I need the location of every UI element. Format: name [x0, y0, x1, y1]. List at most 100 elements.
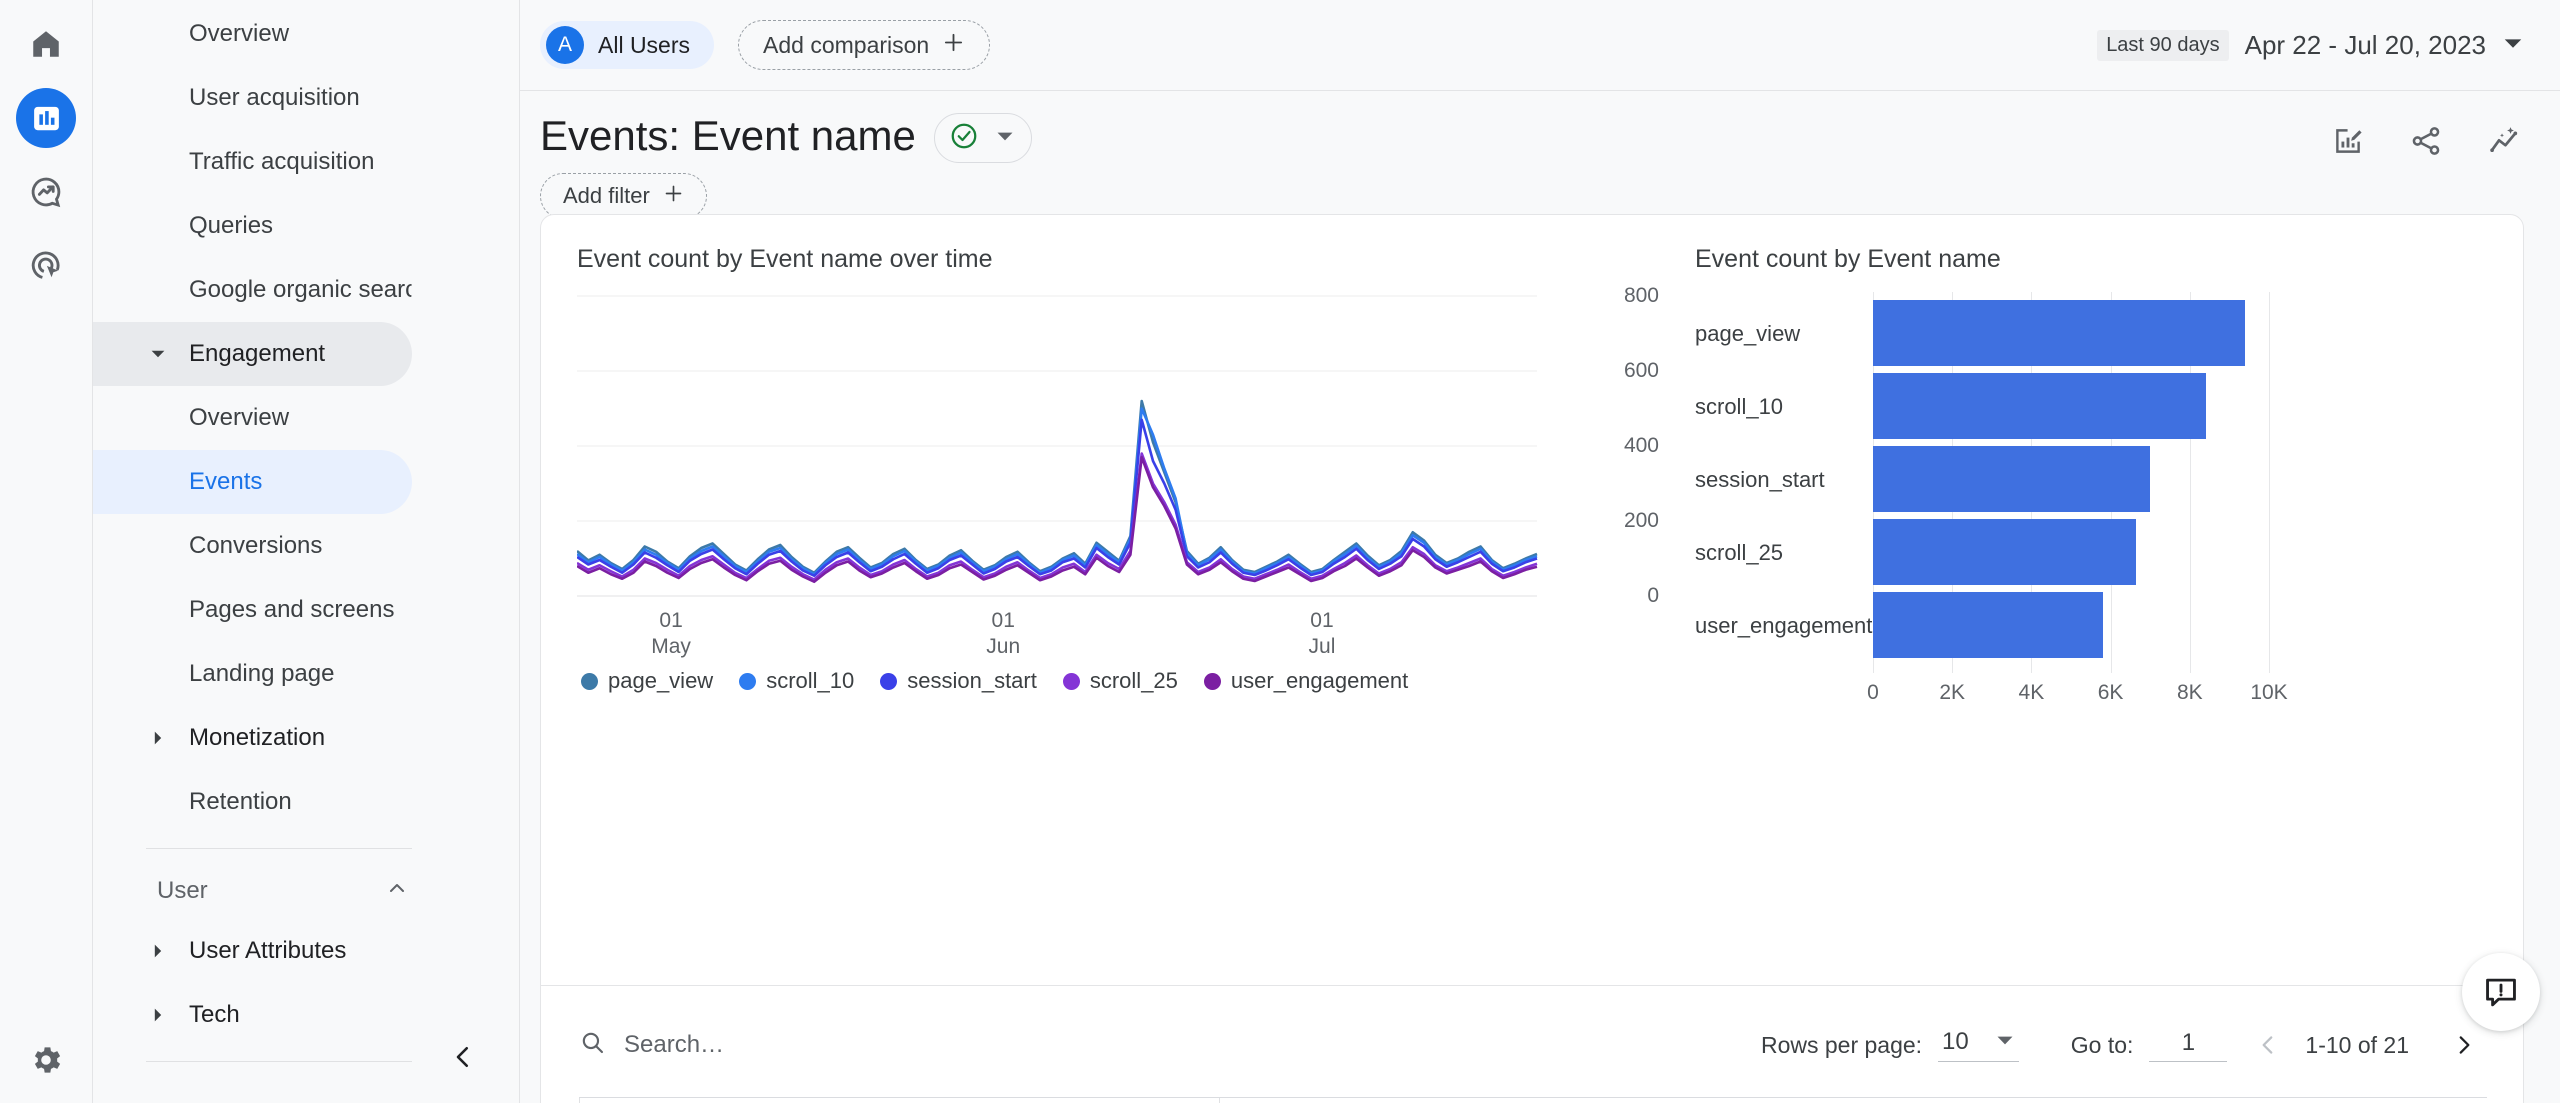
title-row: Events: Event name [520, 91, 2560, 163]
sidebar-item-events[interactable]: Events [93, 450, 412, 514]
bar-chart-row[interactable]: scroll_10 [1695, 373, 2523, 439]
chevron-right-icon-glyph [154, 1008, 162, 1022]
sidebar-item-conversions[interactable]: Conversions [93, 514, 412, 578]
search-input[interactable]: Search… [579, 1029, 724, 1061]
sidebar-section-user[interactable]: User [93, 863, 519, 919]
sidebar-item-traffic-acquisition[interactable]: Traffic acquisition [93, 130, 412, 194]
legend-item-scroll_10[interactable]: scroll_10 [739, 668, 854, 694]
sidebar-item-user-acquisition[interactable]: User acquisition [93, 66, 412, 130]
sidebar-section-label: User [157, 877, 208, 904]
add-filter-button[interactable]: Add filter [540, 173, 707, 219]
legend-color-dot [880, 672, 898, 690]
report-status-dropdown[interactable] [933, 113, 1032, 163]
collapse-nav-button[interactable] [435, 1029, 491, 1085]
chevron-down-icon [146, 346, 170, 362]
legend-item-user_engagement[interactable]: user_engagement [1203, 668, 1409, 694]
line-chart-ytick: 0 [1647, 584, 1659, 607]
rows-per-page-label: Rows per page: [1760, 1031, 1923, 1058]
add-comparison-button[interactable]: Add comparison [738, 20, 991, 70]
chevron-down-icon-glyph [151, 350, 165, 358]
goto-label: Go to: [2070, 1031, 2134, 1058]
plus-icon-glyph [945, 33, 963, 51]
line-series-scroll_10 [577, 407, 1538, 576]
chevron-up-icon [385, 876, 409, 907]
admin-gear-icon[interactable] [19, 1033, 73, 1087]
legend-label: user_engagement [1230, 668, 1409, 693]
legend-color-dot [739, 672, 757, 690]
line-chart-xtick: 01 May [651, 608, 691, 660]
legend-color-dot [581, 672, 598, 690]
legend-label: session_start [907, 668, 1037, 693]
bar-chart-row[interactable]: page_view [1695, 300, 2523, 366]
next-page-button[interactable] [2441, 1022, 2487, 1068]
previous-page-button[interactable] [2245, 1022, 2291, 1068]
sidebar-item-retention[interactable]: Retention [93, 770, 412, 834]
sidebar-item-landing-page[interactable]: Landing page [93, 642, 412, 706]
edit-report-icon[interactable] [2328, 121, 2368, 161]
sidebar-divider-bottom [146, 1061, 412, 1062]
insights-icon-glyph [2490, 127, 2518, 153]
chevron-right-icon-glyph [154, 731, 162, 745]
bar-chart-xtick: 10K [2250, 681, 2288, 704]
insights-icon[interactable] [2484, 121, 2524, 161]
legend-color-dot [1062, 672, 1080, 690]
bar-chart-xtick: 6K [2097, 681, 2124, 704]
sidebar-group-label: Monetization [189, 724, 326, 751]
icon-rail [0, 0, 93, 1103]
line-chart-plot[interactable]: 0 200 400 600 800 01 May 01 Jun 01 Jul [577, 284, 1659, 658]
chevron-down-icon [1995, 1030, 2015, 1055]
sidebar-item-engagement-overview[interactable]: Overview [93, 386, 412, 450]
sidebar-group-label: Tech [189, 1001, 240, 1028]
bar-chart-plot[interactable]: page_view scroll_10 session_start scroll_25… [1695, 292, 2523, 704]
sidebar-item-overview-acq[interactable]: Overview [93, 2, 412, 66]
sidebar-item-label: User acquisition [189, 84, 360, 111]
share-icon-glyph [2412, 127, 2440, 155]
legend-item-page_view[interactable]: page_view [581, 668, 713, 694]
sidebar-item-pages-and-screens[interactable]: Pages and screens [93, 578, 412, 642]
line-chart-ytick: 200 [1623, 509, 1659, 532]
sidebar-item-google-organic-search-traffic[interactable]: Google organic search traf… [93, 258, 412, 322]
search-icon-glyph [582, 1032, 604, 1054]
bar-category-label: scroll_25 [1695, 539, 1784, 565]
app-root: Overview User acquisition Traffic acquis… [0, 0, 2560, 1103]
table-column-divider [579, 1098, 580, 1103]
table-column-divider [1219, 1098, 1220, 1103]
xtick-day: 01 [1310, 609, 1334, 632]
sidebar-divider-top [146, 848, 412, 849]
reports-icon[interactable] [16, 88, 76, 148]
feedback-button[interactable] [2462, 953, 2540, 1031]
charts-row: Event count by Event name over time 0 200… [541, 215, 2523, 704]
sidebar-group-monetization[interactable]: Monetization [93, 706, 412, 770]
sidebar-group-label: User Attributes [189, 937, 347, 964]
sidebar-group-tech[interactable]: Tech [93, 983, 412, 1047]
report-actions [2328, 109, 2524, 161]
bar-category-label: page_view [1695, 320, 1801, 346]
rows-per-page-select[interactable]: 10 [1938, 1028, 2019, 1062]
sidebar-group-label: Engagement [189, 340, 326, 367]
feedback-icon [2486, 978, 2516, 1007]
advertising-icon[interactable] [16, 236, 76, 296]
legend-color-dot [1203, 672, 1221, 690]
xtick-month: May [651, 635, 691, 658]
legend-item-session_start[interactable]: session_start [880, 668, 1037, 694]
bar-chart-row[interactable]: session_start [1695, 446, 2523, 512]
line-chart-svg [577, 295, 1538, 597]
legend-label: page_view [608, 668, 714, 693]
bar-chart-row[interactable]: user_engagement [1695, 592, 2523, 658]
sidebar-group-engagement[interactable]: Engagement [93, 322, 412, 386]
goto-page-input[interactable] [2149, 1028, 2228, 1062]
date-range-selector[interactable]: Last 90 days Apr 22 - Jul 20, 2023 [2097, 29, 2524, 61]
explore-icon[interactable] [16, 162, 76, 222]
chevron-down-icon [995, 126, 1015, 151]
all-users-chip[interactable]: A All Users [540, 21, 715, 69]
rows-per-page-value: 10 [1942, 1028, 1969, 1055]
bar-chart-row[interactable]: scroll_25 [1695, 519, 2523, 585]
sidebar-group-user-attributes[interactable]: User Attributes [93, 919, 412, 983]
bar-track [1873, 300, 2523, 366]
sidebar-item-queries[interactable]: Queries [93, 194, 412, 258]
chevron-right-icon-glyph [154, 944, 162, 958]
legend-item-scroll_25[interactable]: scroll_25 [1062, 668, 1178, 694]
main-content: A All Users Add comparison Last 90 days … [520, 0, 2560, 1103]
home-icon[interactable] [16, 14, 76, 74]
share-icon[interactable] [2406, 121, 2446, 161]
